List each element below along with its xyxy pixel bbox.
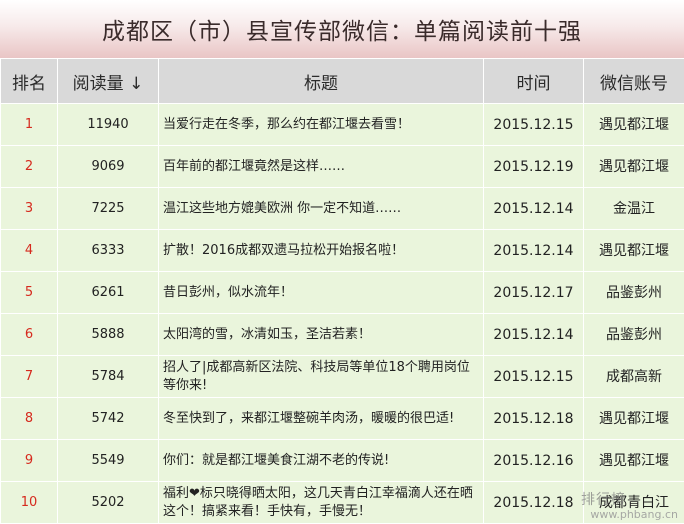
row-reads: 5549 [58, 440, 159, 482]
row-rank: 10 [1, 482, 58, 524]
row-rank: 8 [1, 398, 58, 440]
row-reads: 6333 [58, 230, 159, 272]
row-rank: 5 [1, 272, 58, 314]
row-account: 遇见都江堰 [584, 104, 684, 146]
table-row: 5 6261 昔日彭州，似水流年！ 2015.12.17 品鉴彭州 [1, 272, 684, 314]
row-date: 2015.12.14 [484, 230, 584, 272]
header-title: 标题 [159, 59, 484, 104]
table-row: 6 5888 太阳湾的雪，冰清如玉，圣洁若素！ 2015.12.14 品鉴彭州 [1, 314, 684, 356]
row-account: 品鉴彭州 [584, 272, 684, 314]
row-title: 招人了|成都高新区法院、科技局等单位18个聘用岗位等你来! [159, 356, 484, 398]
table-row: 7 5784 招人了|成都高新区法院、科技局等单位18个聘用岗位等你来! 201… [1, 356, 684, 398]
row-title: 温江这些地方媲美欧洲 你一定不知道…… [159, 188, 484, 230]
row-title: 百年前的都江堰竟然是这样…… [159, 146, 484, 188]
row-account: 遇见都江堰 [584, 230, 684, 272]
header-reads-label: 阅读量 [73, 74, 124, 94]
row-date: 2015.12.15 [484, 356, 584, 398]
row-rank: 7 [1, 356, 58, 398]
watermark-url: www.phbang.cn [590, 508, 678, 521]
table-row: 8 5742 冬至快到了，来都江堰整碗羊肉汤，暖暖的很巴适! 2015.12.1… [1, 398, 684, 440]
row-date: 2015.12.18 [484, 482, 584, 524]
table-row: 9 5549 你们：就是都江堰美食江湖不老的传说! 2015.12.16 遇见都… [1, 440, 684, 482]
row-rank: 2 [1, 146, 58, 188]
row-title: 冬至快到了，来都江堰整碗羊肉汤，暖暖的很巴适! [159, 398, 484, 440]
sort-down-icon: ↓ [129, 74, 143, 94]
watermark-logo: 排行榜 [581, 489, 626, 509]
row-account: 品鉴彭州 [584, 314, 684, 356]
row-account: 遇见都江堰 [584, 146, 684, 188]
row-reads: 11940 [58, 104, 159, 146]
row-reads: 5202 [58, 482, 159, 524]
table-row: 3 7225 温江这些地方媲美欧洲 你一定不知道…… 2015.12.14 金温… [1, 188, 684, 230]
row-reads: 5888 [58, 314, 159, 356]
row-rank: 6 [1, 314, 58, 356]
table-header-row: 排名 阅读量 ↓ 标题 时间 微信账号 [1, 59, 684, 104]
row-rank: 1 [1, 104, 58, 146]
row-date: 2015.12.15 [484, 104, 584, 146]
row-reads: 5742 [58, 398, 159, 440]
row-title: 福利❤标只晓得晒太阳，这几天青白江幸福滴人还在晒这个！搞紧来看！手快有，手慢无！ [159, 482, 484, 524]
row-title: 昔日彭州，似水流年！ [159, 272, 484, 314]
row-title: 当爱行走在冬季，那么约在都江堰去看雪！ [159, 104, 484, 146]
row-date: 2015.12.17 [484, 272, 584, 314]
row-account: 遇见都江堰 [584, 440, 684, 482]
row-reads: 7225 [58, 188, 159, 230]
ranking-table: 排名 阅读量 ↓ 标题 时间 微信账号 1 11940 当爱行走在冬季，那么约在… [0, 58, 684, 524]
row-account: 金温江 [584, 188, 684, 230]
table-row: 2 9069 百年前的都江堰竟然是这样…… 2015.12.19 遇见都江堰 [1, 146, 684, 188]
table-row: 1 11940 当爱行走在冬季，那么约在都江堰去看雪！ 2015.12.15 遇… [1, 104, 684, 146]
row-title: 太阳湾的雪，冰清如玉，圣洁若素！ [159, 314, 484, 356]
row-date: 2015.12.14 [484, 314, 584, 356]
header-account: 微信账号 [584, 59, 684, 104]
header-rank: 排名 [1, 59, 58, 104]
row-title: 扩散！2016成都双遗马拉松开始报名啦！ [159, 230, 484, 272]
row-rank: 4 [1, 230, 58, 272]
header-reads[interactable]: 阅读量 ↓ [58, 59, 159, 104]
row-date: 2015.12.16 [484, 440, 584, 482]
row-account: 成都高新 [584, 356, 684, 398]
row-title: 你们：就是都江堰美食江湖不老的传说! [159, 440, 484, 482]
row-date: 2015.12.14 [484, 188, 584, 230]
row-date: 2015.12.19 [484, 146, 584, 188]
row-reads: 6261 [58, 272, 159, 314]
row-reads: 5784 [58, 356, 159, 398]
row-rank: 3 [1, 188, 58, 230]
page: 成都区（市）县宣传部微信：单篇阅读前十强 排名 阅读量 ↓ 标题 时间 微信账号 [0, 0, 684, 523]
row-reads: 9069 [58, 146, 159, 188]
table-row: 4 6333 扩散！2016成都双遗马拉松开始报名啦！ 2015.12.14 遇… [1, 230, 684, 272]
page-title: 成都区（市）县宣传部微信：单篇阅读前十强 [0, 0, 684, 59]
row-date: 2015.12.18 [484, 398, 584, 440]
row-account: 遇见都江堰 [584, 398, 684, 440]
header-date: 时间 [484, 59, 584, 104]
row-rank: 9 [1, 440, 58, 482]
